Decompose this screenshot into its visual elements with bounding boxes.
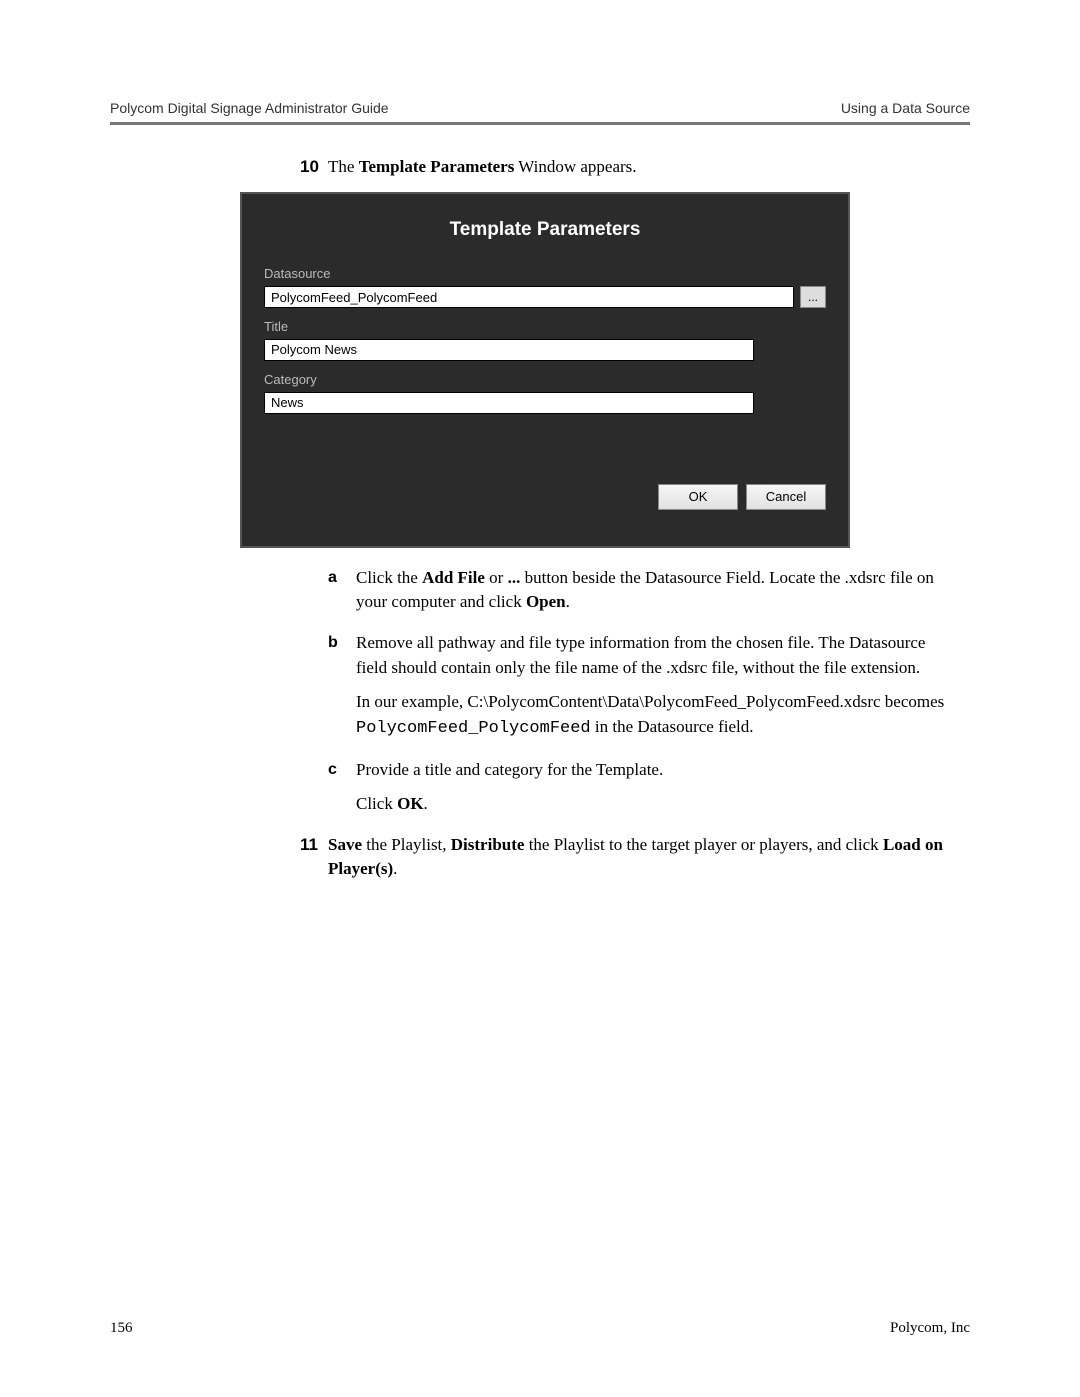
substep-c: c Provide a title and category for the T… bbox=[328, 758, 950, 827]
footer-company: Polycom, Inc bbox=[890, 1320, 970, 1337]
ok-button[interactable]: OK bbox=[658, 484, 738, 510]
step-number: 10 bbox=[300, 155, 328, 180]
step-11: 11 Save the Playlist, Distribute the Pla… bbox=[300, 833, 950, 882]
substep-body: Click the Add File or ... button beside … bbox=[356, 566, 950, 625]
datasource-label: Datasource bbox=[264, 265, 826, 284]
category-input[interactable] bbox=[264, 392, 754, 414]
datasource-input[interactable] bbox=[264, 286, 794, 308]
dialog-title: Template Parameters bbox=[264, 216, 826, 244]
cancel-button[interactable]: Cancel bbox=[746, 484, 826, 510]
page-footer: 156 Polycom, Inc bbox=[110, 1320, 970, 1337]
step-body: Save the Playlist, Distribute the Playli… bbox=[328, 833, 950, 882]
title-label: Title bbox=[264, 318, 826, 337]
template-parameters-dialog: Template Parameters Datasource ... Title… bbox=[240, 192, 850, 548]
page-number: 156 bbox=[110, 1320, 133, 1337]
category-label: Category bbox=[264, 371, 826, 390]
browse-button[interactable]: ... bbox=[800, 286, 826, 308]
substep-letter: a bbox=[328, 566, 356, 625]
substep-body: Remove all pathway and file type informa… bbox=[356, 631, 950, 752]
page-header: Polycom Digital Signage Administrator Gu… bbox=[110, 100, 970, 122]
header-rule bbox=[110, 122, 970, 125]
substep-b: b Remove all pathway and file type infor… bbox=[328, 631, 950, 752]
substep-letter: c bbox=[328, 758, 356, 827]
header-right: Using a Data Source bbox=[841, 100, 970, 116]
step-body: The Template Parameters Window appears. bbox=[328, 155, 950, 180]
header-left: Polycom Digital Signage Administrator Gu… bbox=[110, 100, 389, 116]
step-number: 11 bbox=[300, 833, 328, 882]
substep-a: a Click the Add File or ... button besid… bbox=[328, 566, 950, 625]
title-input[interactable] bbox=[264, 339, 754, 361]
step-10: 10 The Template Parameters Window appear… bbox=[300, 155, 950, 180]
substep-letter: b bbox=[328, 631, 356, 752]
substep-body: Provide a title and category for the Tem… bbox=[356, 758, 950, 827]
